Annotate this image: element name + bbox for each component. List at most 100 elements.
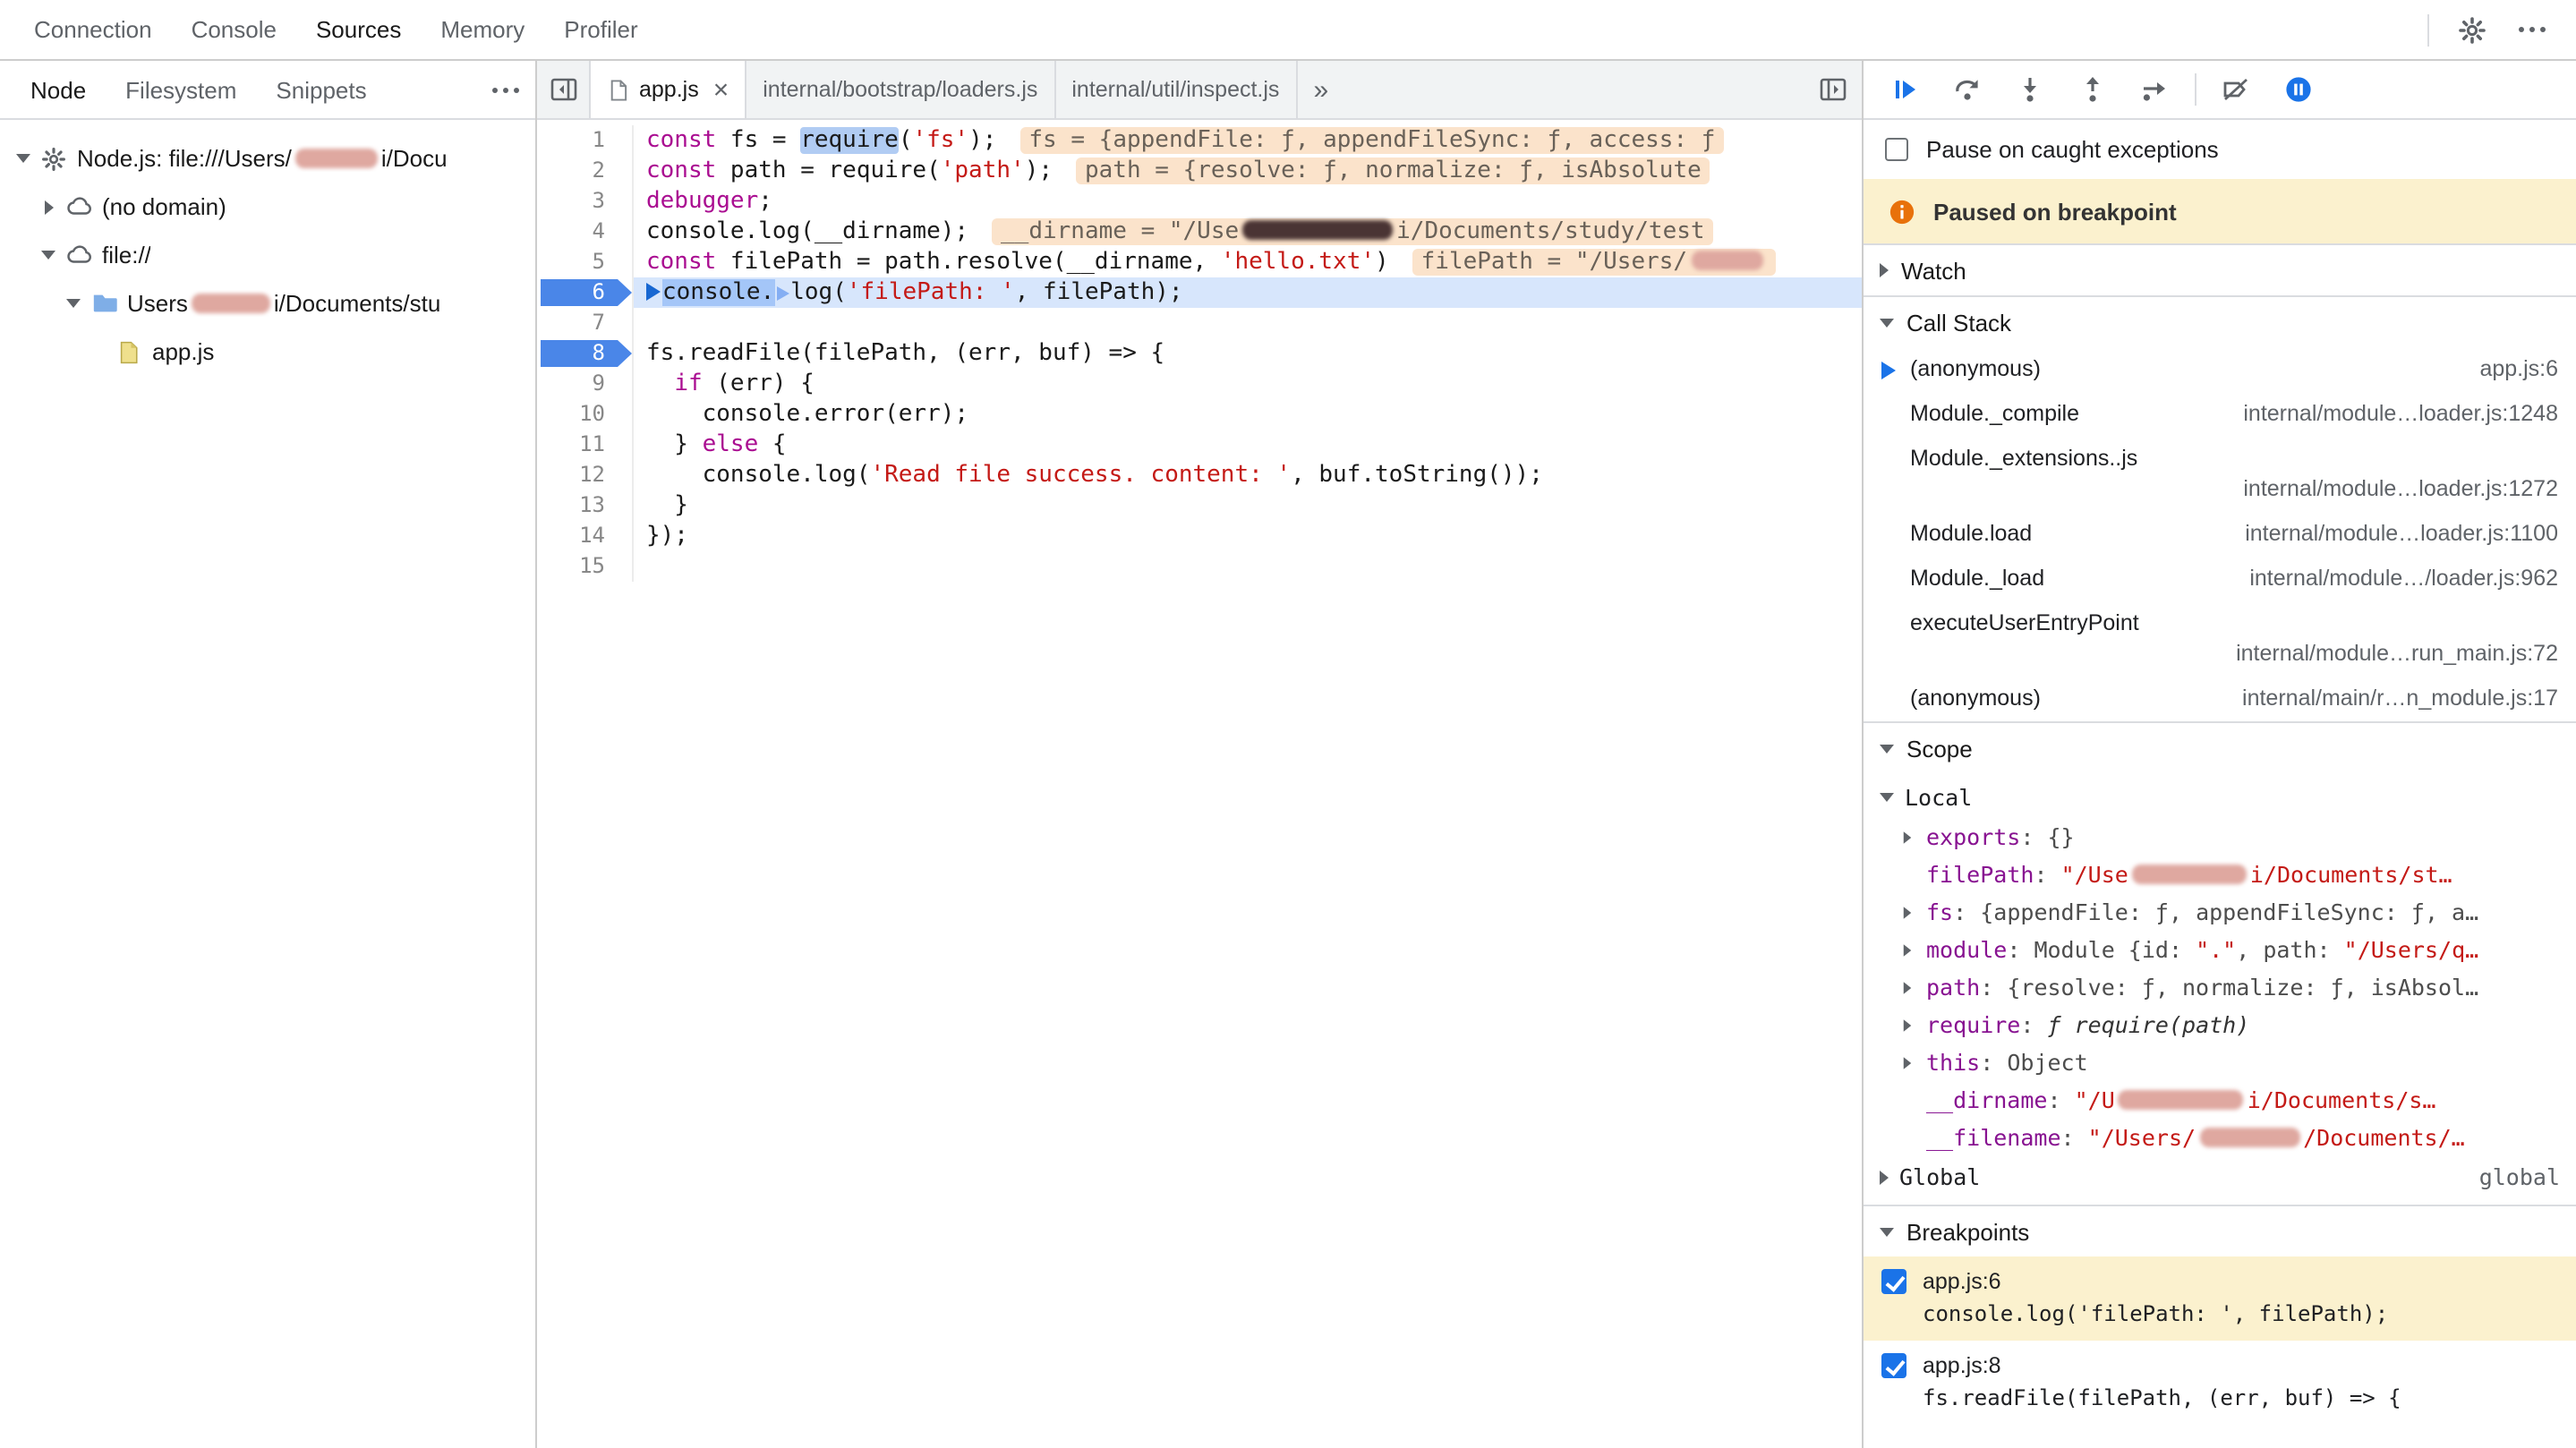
expander-closed-icon[interactable] bbox=[1903, 1018, 1926, 1032]
scope-property[interactable]: require: ƒ require(path) bbox=[1864, 1006, 2576, 1043]
line-gutter[interactable]: 8 bbox=[537, 338, 634, 369]
tree-item[interactable]: Usersi/Documents/stu bbox=[0, 279, 535, 328]
navigator-tab-filesystem[interactable]: Filesystem bbox=[106, 61, 256, 118]
line-number[interactable]: 10 bbox=[541, 401, 632, 428]
expander-closed-icon[interactable] bbox=[1903, 942, 1926, 957]
step-icon[interactable] bbox=[2139, 73, 2171, 106]
file-tab[interactable]: app.js× bbox=[591, 61, 746, 118]
expander-closed-icon[interactable] bbox=[1903, 1055, 1926, 1069]
step-into-icon[interactable] bbox=[2014, 73, 2046, 106]
tree-item[interactable]: Node.js: file:///Users/i/Docu bbox=[0, 134, 535, 183]
expander-open-icon[interactable] bbox=[11, 154, 36, 163]
toggle-navigator-icon[interactable] bbox=[537, 61, 591, 118]
line-number[interactable]: 2 bbox=[541, 158, 632, 184]
scope-property[interactable]: path: {resolve: ƒ, normalize: ƒ, isAbsol… bbox=[1864, 968, 2576, 1006]
line-gutter[interactable]: 13 bbox=[537, 490, 634, 521]
expander-closed-icon[interactable] bbox=[1903, 905, 1926, 919]
line-content[interactable]: }); bbox=[634, 521, 1862, 551]
scope-group-local[interactable]: Local bbox=[1864, 777, 2576, 818]
call-stack-frame[interactable]: Module._loadinternal/module…/loader.js:9… bbox=[1864, 557, 2576, 601]
line-number[interactable]: 1 bbox=[541, 127, 632, 154]
line-gutter[interactable]: 7 bbox=[537, 308, 634, 338]
call-stack-frame[interactable]: Module.loadinternal/module…loader.js:110… bbox=[1864, 512, 2576, 557]
call-stack-frame[interactable]: (anonymous)app.js:6 bbox=[1864, 347, 2576, 392]
line-number[interactable]: 9 bbox=[541, 371, 632, 397]
line-content[interactable] bbox=[634, 308, 1862, 338]
step-over-icon[interactable] bbox=[1951, 73, 1983, 106]
scope-property[interactable]: exports: {} bbox=[1864, 818, 2576, 856]
toggle-debugger-icon[interactable] bbox=[1819, 61, 1862, 118]
line-number[interactable]: 13 bbox=[541, 492, 632, 519]
main-menu-kebab-icon[interactable] bbox=[2515, 13, 2547, 46]
line-number[interactable]: 14 bbox=[541, 523, 632, 549]
tree-item[interactable]: file:// bbox=[0, 231, 535, 279]
line-gutter[interactable]: 12 bbox=[537, 460, 634, 490]
deactivate-breakpoints-icon[interactable] bbox=[2220, 73, 2252, 106]
navigator-menu-kebab-icon[interactable] bbox=[489, 73, 521, 106]
breakpoints-section-header[interactable]: Breakpoints bbox=[1864, 1206, 2576, 1256]
expander-open-icon[interactable] bbox=[36, 251, 61, 260]
call-stack-section-header[interactable]: Call Stack bbox=[1864, 297, 2576, 347]
panel-tab-profiler[interactable]: Profiler bbox=[544, 0, 657, 59]
watch-section-header[interactable]: Watch bbox=[1864, 245, 2576, 295]
line-number[interactable]: 3 bbox=[541, 188, 632, 215]
call-stack-frame[interactable]: Module._compileinternal/module…loader.js… bbox=[1864, 392, 2576, 437]
pause-on-exceptions-icon[interactable] bbox=[2282, 73, 2315, 106]
line-content[interactable] bbox=[634, 551, 1862, 582]
line-gutter[interactable]: 9 bbox=[537, 369, 634, 399]
code-editor[interactable]: 1const fs = require('fs');fs = {appendFi… bbox=[537, 120, 1862, 1448]
tree-item[interactable]: app.js bbox=[0, 328, 535, 376]
line-content[interactable]: console.log(__dirname);__dirname = "/Use… bbox=[634, 217, 1862, 247]
line-content[interactable]: const fs = require('fs');fs = {appendFil… bbox=[634, 125, 1862, 156]
panel-tab-memory[interactable]: Memory bbox=[421, 0, 544, 59]
scope-property[interactable]: filePath: "/Usei/Documents/st… bbox=[1864, 856, 2576, 893]
line-content[interactable]: console.log('Read file success. content:… bbox=[634, 460, 1862, 490]
line-content[interactable]: console.log('filePath: ', filePath); bbox=[634, 277, 1862, 308]
scope-property[interactable]: __dirname: "/Ui/Documents/s… bbox=[1864, 1081, 2576, 1119]
line-content[interactable]: const path = require('path');path = {res… bbox=[634, 156, 1862, 186]
expander-closed-icon[interactable] bbox=[1903, 980, 1926, 994]
scope-property[interactable]: this: Object bbox=[1864, 1043, 2576, 1081]
line-content[interactable]: const filePath = path.resolve(__dirname,… bbox=[634, 247, 1862, 277]
line-content[interactable]: fs.readFile(filePath, (err, buf) => { bbox=[634, 338, 1862, 369]
file-tab[interactable]: internal/bootstrap/loaders.js bbox=[746, 61, 1055, 118]
line-gutter[interactable]: 11 bbox=[537, 430, 634, 460]
expander-closed-icon[interactable] bbox=[36, 200, 61, 214]
line-content[interactable]: debugger; bbox=[634, 186, 1862, 217]
breakpoint-checkbox[interactable] bbox=[1881, 1353, 1906, 1378]
line-number[interactable]: 15 bbox=[541, 553, 632, 580]
navigator-tab-snippets[interactable]: Snippets bbox=[256, 61, 386, 118]
line-number[interactable]: 4 bbox=[541, 218, 632, 245]
more-tabs-icon[interactable]: » bbox=[1297, 61, 1344, 118]
call-stack-frame[interactable]: (anonymous)internal/main/r…n_module.js:1… bbox=[1864, 677, 2576, 721]
panel-tab-connection[interactable]: Connection bbox=[14, 0, 172, 59]
scope-group-global[interactable]: Globalglobal bbox=[1864, 1156, 2576, 1197]
panel-tab-sources[interactable]: Sources bbox=[296, 0, 421, 59]
scope-property[interactable]: fs: {appendFile: ƒ, appendFileSync: ƒ, a… bbox=[1864, 893, 2576, 931]
resume-icon[interactable] bbox=[1889, 73, 1921, 106]
scope-property[interactable]: __filename: "/Users//Documents/… bbox=[1864, 1119, 2576, 1156]
pause-on-caught-checkbox[interactable] bbox=[1885, 138, 1908, 161]
line-gutter[interactable]: 15 bbox=[537, 551, 634, 582]
line-content[interactable]: console.error(err); bbox=[634, 399, 1862, 430]
line-gutter[interactable]: 4 bbox=[537, 217, 634, 247]
call-stack-frame[interactable]: executeUserEntryPointinternal/module…run… bbox=[1864, 601, 2576, 677]
line-number[interactable]: 5 bbox=[541, 249, 632, 276]
line-gutter[interactable]: 1 bbox=[537, 125, 634, 156]
line-content[interactable]: } else { bbox=[634, 430, 1862, 460]
breakpoint-marker[interactable]: 8 bbox=[541, 340, 632, 367]
file-tab[interactable]: internal/util/inspect.js bbox=[1055, 61, 1297, 118]
line-gutter[interactable]: 6 bbox=[537, 277, 634, 308]
breakpoint-checkbox[interactable] bbox=[1881, 1269, 1906, 1294]
call-stack-frame[interactable]: Module._extensions..jsinternal/module…lo… bbox=[1864, 437, 2576, 512]
breakpoint-entry[interactable]: app.js:6console.log('filePath: ', filePa… bbox=[1864, 1256, 2576, 1341]
line-content[interactable]: } bbox=[634, 490, 1862, 521]
line-number[interactable]: 12 bbox=[541, 462, 632, 489]
line-gutter[interactable]: 5 bbox=[537, 247, 634, 277]
line-gutter[interactable]: 2 bbox=[537, 156, 634, 186]
navigator-tab-node[interactable]: Node bbox=[11, 61, 106, 118]
tree-item[interactable]: (no domain) bbox=[0, 183, 535, 231]
expander-open-icon[interactable] bbox=[61, 299, 86, 308]
close-tab-icon[interactable]: × bbox=[713, 76, 729, 103]
expander-closed-icon[interactable] bbox=[1903, 830, 1926, 844]
